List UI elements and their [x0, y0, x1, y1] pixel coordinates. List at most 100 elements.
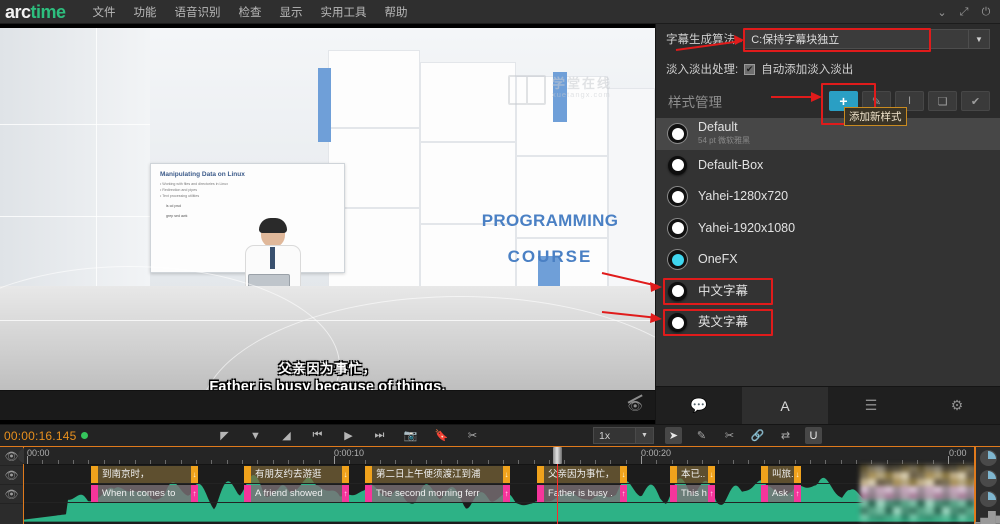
link-tool[interactable]: 🔗: [749, 427, 766, 444]
menu-item-speech[interactable]: 语音识别: [166, 1, 230, 23]
style-list[interactable]: Default 54 pt 微软雅黑 Default-Box Yahei-128…: [656, 118, 1000, 386]
swap-tool[interactable]: ⇄: [777, 427, 794, 444]
dial-icon[interactable]: [980, 470, 997, 486]
next-frame-icon[interactable]: ⏭: [373, 429, 386, 442]
tab-styles[interactable]: A: [742, 387, 828, 424]
menu-item-check[interactable]: 检查: [230, 1, 271, 23]
clip-end-handle[interactable]: ↓: [342, 466, 349, 483]
clip-chinese[interactable]: 叫旅.. ↓: [761, 466, 801, 483]
clip-end-handle[interactable]: ↑: [191, 485, 198, 502]
duplicate-style-button[interactable]: ❏: [928, 91, 957, 111]
style-color-swatch: [668, 187, 687, 206]
maximize-icon[interactable]: ⤢: [954, 1, 974, 23]
dial-icon[interactable]: [980, 450, 997, 466]
subtitle-track-chinese[interactable]: 到南京时， ↓ 有朋友约去游逛 ↓ 第二日上午便须渡江到浦 ↓ 父亲因为事忙， …: [24, 465, 975, 484]
clip-start-handle[interactable]: [761, 485, 768, 502]
playhead-grip[interactable]: [553, 447, 562, 464]
clip-start-handle[interactable]: [244, 485, 251, 502]
clip-start-handle[interactable]: [537, 466, 544, 483]
style-item-yahei-1080[interactable]: Yahei-1920x1080: [656, 213, 1000, 245]
cut-tool[interactable]: ✂: [721, 427, 738, 444]
clip-end-handle[interactable]: ↓: [620, 466, 627, 483]
close-icon[interactable]: ⏻: [976, 1, 996, 23]
speed-selector[interactable]: 1x ▼: [593, 427, 654, 444]
dial-icon[interactable]: [980, 491, 997, 507]
magnet-tool[interactable]: U: [805, 427, 822, 444]
algorithm-value[interactable]: C:保持字幕块独立: [744, 29, 968, 49]
clip-end-handle[interactable]: ↓: [708, 466, 715, 483]
tab-list[interactable]: ☰: [828, 387, 914, 424]
subtitle-track-english[interactable]: When it comes to ↑ A friend showed ↑ The…: [24, 484, 975, 503]
edit-tool[interactable]: ✎: [693, 427, 710, 444]
algorithm-select[interactable]: C:保持字幕块独立 ▼: [744, 29, 990, 49]
style-item-onefx[interactable]: OneFX: [656, 244, 1000, 276]
chevron-down-icon[interactable]: ▼: [968, 29, 990, 49]
clip-start-handle[interactable]: [244, 466, 251, 483]
clip-chinese[interactable]: 有朋友约去游逛 ↓: [244, 466, 349, 483]
clip-english[interactable]: Ask . ↑: [761, 485, 801, 502]
fade-checkbox[interactable]: ✔: [744, 64, 755, 75]
video-frame: PROGRAMMING COURSE Manipulating Data on …: [0, 28, 655, 390]
mark-in-icon[interactable]: ◤: [218, 429, 231, 442]
clip-end-handle[interactable]: ↓: [503, 466, 510, 483]
style-item-default-box[interactable]: Default-Box: [656, 150, 1000, 182]
clip-start-handle[interactable]: [91, 485, 98, 502]
menu-item-display[interactable]: 显示: [271, 1, 312, 23]
track-visibility-toggle-2[interactable]: 👁: [0, 466, 23, 485]
clip-chinese[interactable]: 第二日上午便须渡江到浦 ↓: [365, 466, 510, 483]
clip-end-handle[interactable]: ↓: [794, 466, 801, 483]
clip-start-handle[interactable]: [670, 466, 677, 483]
style-item-english-subtitle[interactable]: 英文字幕: [656, 307, 1000, 339]
style-item-default[interactable]: Default 54 pt 微软雅黑: [656, 118, 1000, 150]
clip-english[interactable]: When it comes to ↑: [91, 485, 198, 502]
style-item-chinese-subtitle[interactable]: 中文字幕: [656, 276, 1000, 308]
clip-start-handle[interactable]: [91, 466, 98, 483]
clip-start-handle[interactable]: [670, 485, 677, 502]
menu-item-file[interactable]: 文件: [84, 1, 125, 23]
bookmark-icon[interactable]: 🔖: [435, 429, 448, 442]
clip-start-handle[interactable]: [761, 466, 768, 483]
clip-end-handle[interactable]: ↑: [342, 485, 349, 502]
video-stage[interactable]: PROGRAMMING COURSE Manipulating Data on …: [0, 24, 655, 420]
speed-value[interactable]: 1x: [593, 427, 635, 444]
play-icon[interactable]: ▶: [342, 429, 355, 442]
marker-down-icon[interactable]: ▼: [249, 430, 262, 442]
timeline-ruler[interactable]: 00:00 0:00:10 0:00:20 0:00: [24, 447, 975, 465]
clip-english[interactable]: The second morning ferr ↑: [365, 485, 510, 502]
clip-text: 第二日上午便须渡江到浦: [372, 466, 503, 483]
clip-chinese[interactable]: 父亲因为事忙， ↓: [537, 466, 627, 483]
clip-english[interactable]: A friend showed ↑: [244, 485, 349, 502]
eye-slash-icon[interactable]: 👁: [628, 399, 643, 413]
playhead[interactable]: [557, 447, 558, 524]
style-item-yahei-720[interactable]: Yahei-1280x720: [656, 181, 1000, 213]
clip-start-handle[interactable]: [537, 485, 544, 502]
menu-item-help[interactable]: 帮助: [376, 1, 417, 23]
apply-style-button[interactable]: ✔: [961, 91, 990, 111]
waveform-icon[interactable]: ▁▄█▅: [980, 511, 997, 524]
clip-english[interactable]: This h ↑: [670, 485, 715, 502]
snapshot-icon[interactable]: 📷: [404, 429, 417, 442]
clip-end-handle[interactable]: ↓: [191, 466, 198, 483]
eye-icon: 👁: [5, 469, 19, 482]
tab-settings[interactable]: ⚙: [914, 387, 1000, 424]
mark-out-icon[interactable]: ◢: [280, 429, 293, 442]
clip-start-handle[interactable]: [365, 485, 372, 502]
tab-subtitles[interactable]: 💬: [656, 387, 742, 424]
clip-end-handle[interactable]: ↑: [503, 485, 510, 502]
minimize-icon[interactable]: ⌄: [932, 1, 952, 23]
clip-end-handle[interactable]: ↑: [620, 485, 627, 502]
chevron-down-icon[interactable]: ▼: [635, 427, 654, 444]
clip-end-handle[interactable]: ↑: [708, 485, 715, 502]
select-tool[interactable]: ➤: [665, 427, 682, 444]
menu-item-function[interactable]: 功能: [125, 1, 166, 23]
tracks-area[interactable]: 00:00 0:00:10 0:00:20 0:00 到南京时， ↓ 有朋友约去…: [24, 447, 975, 524]
wand-icon[interactable]: ✂: [466, 429, 479, 442]
clip-start-handle[interactable]: [365, 466, 372, 483]
prev-frame-icon[interactable]: ⏮: [311, 429, 324, 442]
clip-end-handle[interactable]: ↑: [794, 485, 801, 502]
track-visibility-toggle-3[interactable]: 👁: [0, 485, 23, 504]
menu-item-tools[interactable]: 实用工具: [312, 1, 376, 23]
clip-chinese[interactable]: 本已.. ↓: [670, 466, 715, 483]
clip-english[interactable]: Father is busy . ↑: [537, 485, 627, 502]
clip-chinese[interactable]: 到南京时， ↓: [91, 466, 198, 483]
